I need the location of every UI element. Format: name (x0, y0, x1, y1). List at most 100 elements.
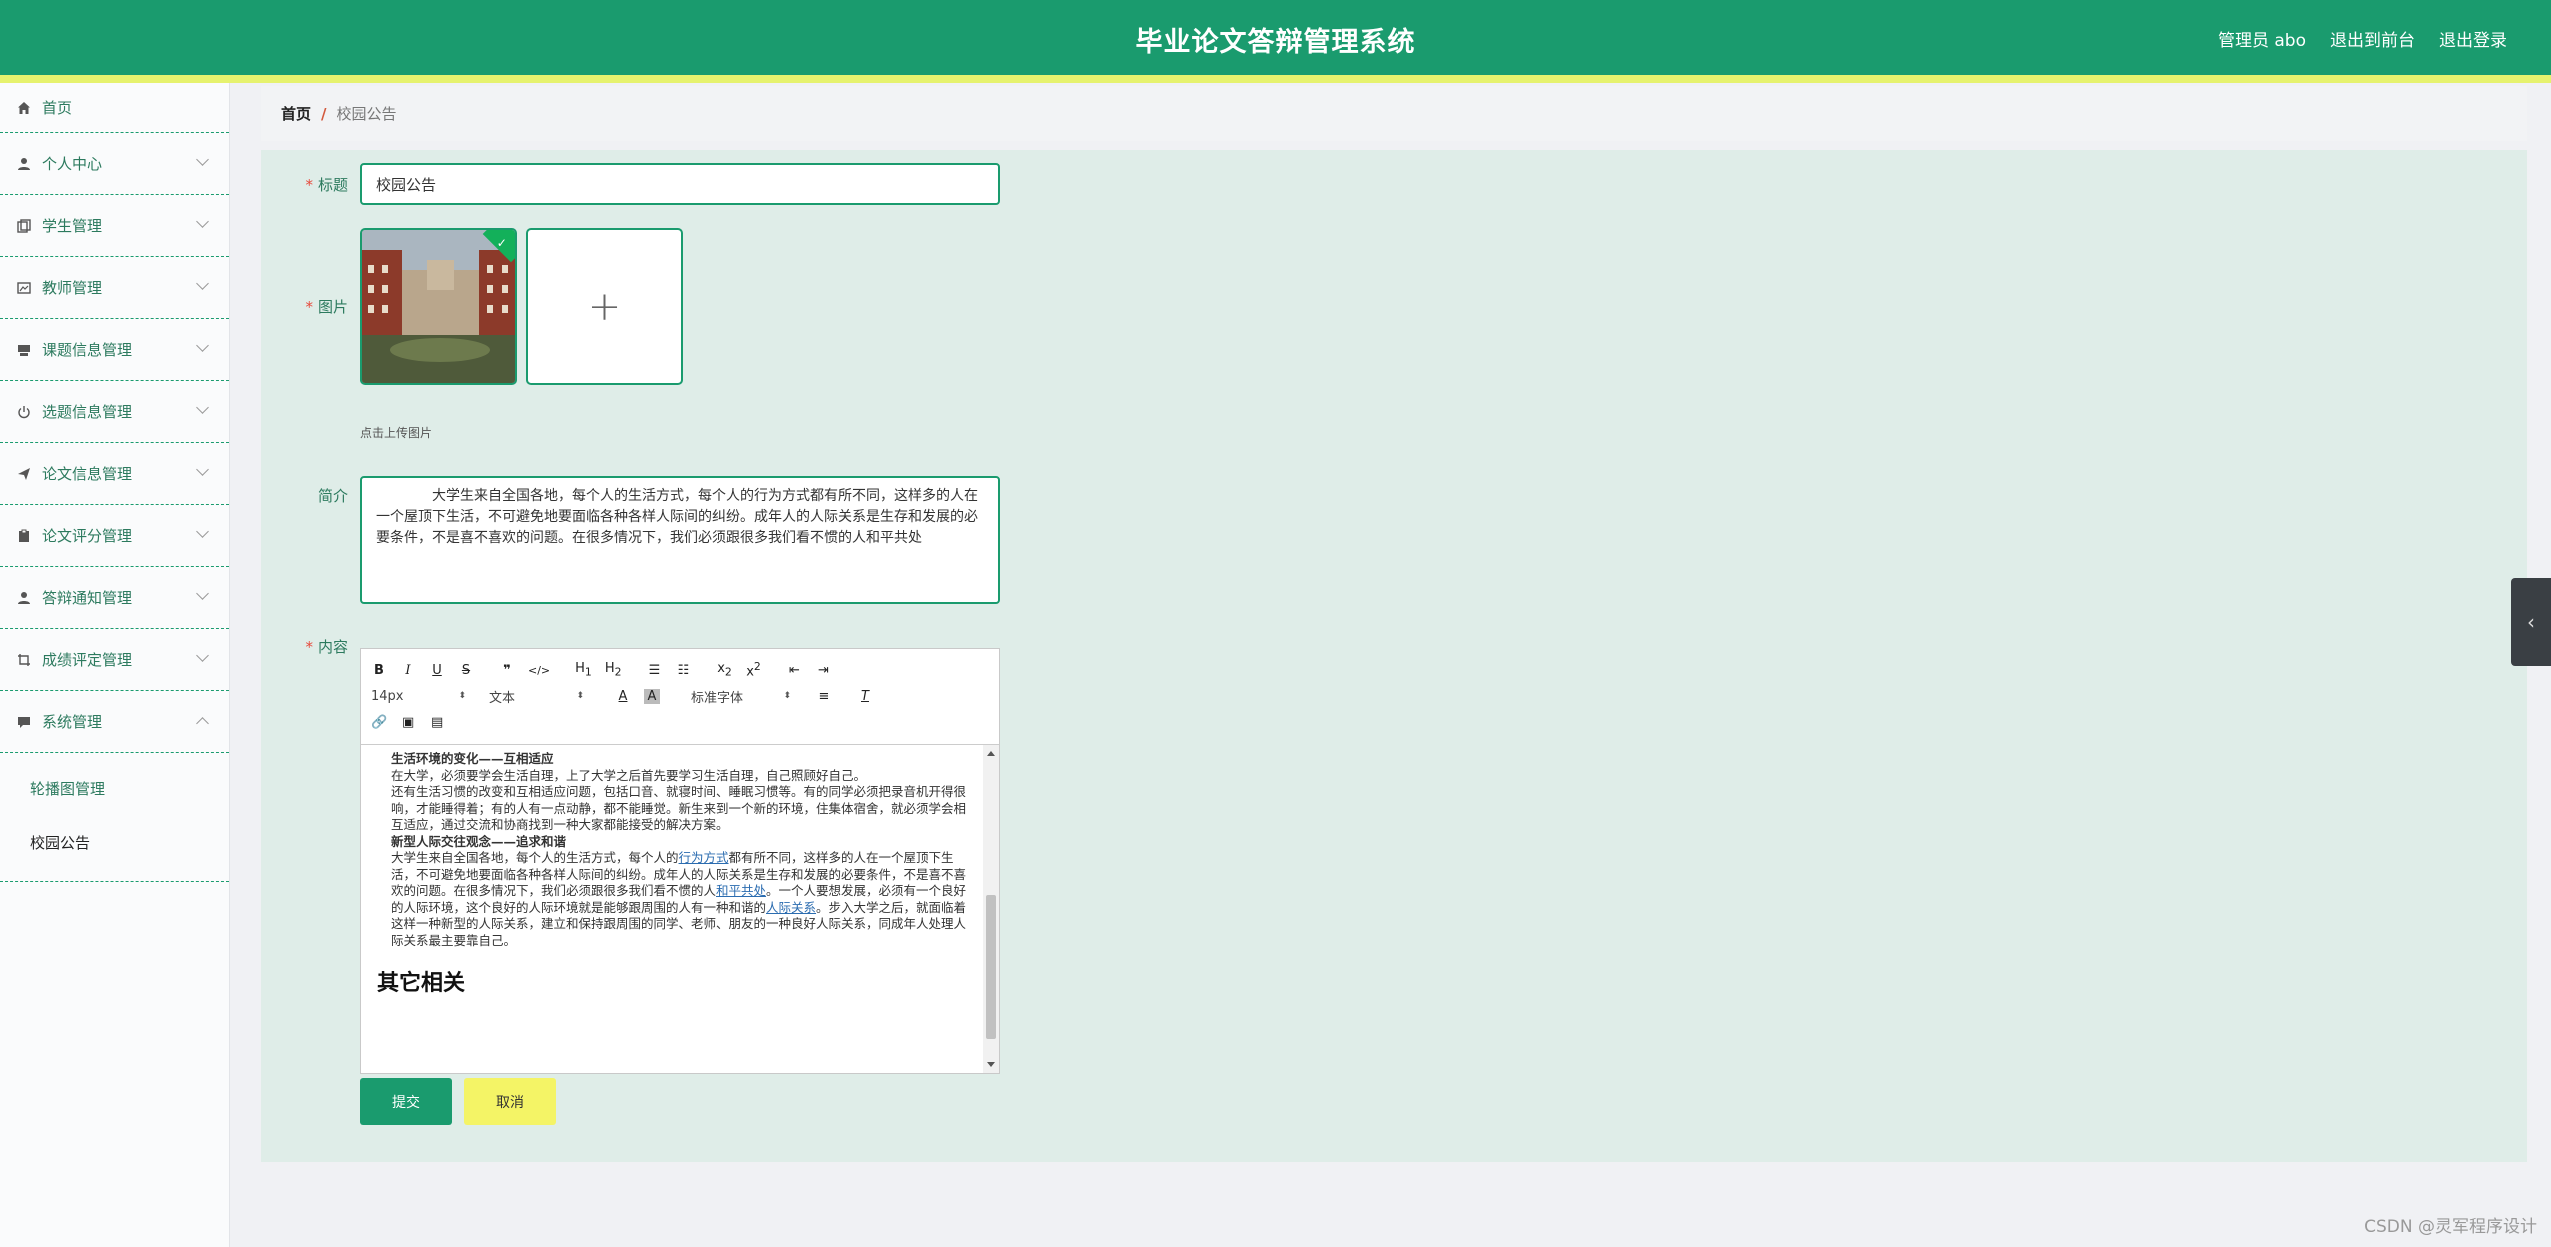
chevron-down-icon (196, 587, 209, 600)
align-button[interactable]: ≡ (816, 689, 832, 704)
updown-icon: ⬍ (576, 691, 584, 701)
content-paragraph: 在大学，必须要学会生活自理，上了大学之后首先要学习生活自理，自己照顾好自己。 (391, 767, 867, 783)
sidebar-item-label: 论文评分管理 (42, 527, 133, 545)
content-link[interactable]: 和平共处 (716, 883, 766, 898)
outdent-button[interactable]: ⇤ (786, 663, 802, 678)
submit-button[interactable]: 提交 (360, 1078, 452, 1125)
intro-label: 简介 (317, 487, 348, 505)
strike-button[interactable]: S (458, 663, 474, 678)
current-user[interactable]: 管理员 abo (2218, 26, 2306, 51)
required-mark: * (305, 298, 313, 316)
sidebar-item-label: 论文信息管理 (42, 465, 133, 483)
user-icon (16, 590, 32, 606)
sidebar-item-label: 成绩评定管理 (42, 651, 133, 669)
sidebar-item-selection-info[interactable]: 选题信息管理 (0, 381, 229, 443)
sidebar-item-thesis-info[interactable]: 论文信息管理 (0, 443, 229, 505)
sidebar-item-student-management[interactable]: 学生管理 (0, 195, 229, 257)
header1-button[interactable]: H1 (575, 661, 592, 679)
title-input[interactable]: 校园公告 (360, 163, 1000, 205)
subscript-button[interactable]: x2 (716, 661, 732, 679)
cancel-button[interactable]: 取消 (464, 1078, 556, 1125)
sidebar-item-teacher-management[interactable]: 教师管理 (0, 257, 229, 319)
required-mark: * (305, 638, 313, 656)
block-type-select[interactable]: 文本 ⬍ (489, 687, 584, 706)
font-size-select[interactable]: 14px ⬍ (371, 689, 466, 704)
chevron-down-icon (196, 649, 209, 662)
chevron-down-icon (196, 463, 209, 476)
breadcrumb-current: 校园公告 (336, 105, 397, 123)
ordered-list-button[interactable]: ☰ (646, 663, 662, 678)
sidebar-item-label: 课题信息管理 (42, 341, 133, 359)
font-color-button[interactable]: A (615, 689, 631, 704)
breadcrumb: 首页 / 校园公告 (261, 86, 2527, 141)
header2-button[interactable]: H2 (605, 661, 622, 679)
sidebar-item-label: 首页 (42, 99, 73, 117)
editor-content[interactable]: 生活环境的变化——互相适应 在大学，必须要学会生活自理，上了大学之后首先要学习生… (361, 745, 984, 1073)
sidebar-item-defense-notice[interactable]: 答辩通知管理 (0, 567, 229, 629)
content-link[interactable]: 人际关系 (766, 900, 816, 915)
image-label: * 图片 (305, 298, 348, 316)
content-heading: 生活环境的变化——互相适应 (391, 751, 554, 766)
editor-toolbar: B I U S ❞ </> H1 H2 ☰ ☷ x2 x2 ⇤ ⇥ 14px ⬍ … (361, 649, 999, 745)
sidebar-item-topic-info[interactable]: 课题信息管理 (0, 319, 229, 381)
blockquote-button[interactable]: ❞ (499, 663, 515, 678)
bullet-list-button[interactable]: ☷ (675, 663, 691, 678)
editor-scrollbar[interactable] (983, 745, 999, 1073)
home-icon (16, 100, 32, 116)
chevron-down-icon (196, 215, 209, 228)
sidebar-item-campus-notice[interactable]: 校园公告 (0, 815, 229, 869)
superscript-button[interactable]: x2 (745, 660, 761, 679)
back-to-front-link[interactable]: 退出到前台 (2330, 26, 2415, 51)
watermark: CSDN @灵军程序设计 (2364, 1217, 2537, 1237)
sidebar-item-home[interactable]: 首页 (0, 83, 229, 133)
sidebar-item-label: 学生管理 (42, 217, 103, 235)
upload-tip: 点击上传图片 (360, 426, 433, 440)
image-insert-icon[interactable]: ▣ (400, 715, 416, 730)
required-mark: * (305, 176, 313, 194)
breadcrumb-home[interactable]: 首页 (281, 103, 311, 124)
scroll-down-icon[interactable] (987, 1062, 995, 1067)
upload-image-button[interactable]: + (526, 228, 683, 385)
bold-button[interactable]: B (371, 663, 387, 678)
indent-button[interactable]: ⇥ (815, 663, 831, 678)
system-submenu: 轮播图管理 校园公告 (0, 753, 229, 882)
logout-link[interactable]: 退出登录 (2439, 26, 2507, 51)
title-label: * 标题 (305, 176, 348, 194)
power-icon (16, 404, 32, 420)
font-family-select[interactable]: 标准字体 ⬍ (691, 687, 791, 706)
uploaded-image-thumbnail[interactable]: ✓ (360, 228, 517, 385)
code-block-button[interactable]: </> (528, 664, 550, 677)
content-link[interactable]: 行为方式 (679, 850, 729, 865)
chevron-up-icon (196, 717, 209, 730)
sidebar-item-personal-center[interactable]: 个人中心 (0, 133, 229, 195)
scroll-thumb[interactable] (986, 895, 996, 1039)
underline-button[interactable]: U (429, 663, 445, 678)
folder-icon (16, 342, 32, 358)
side-panel-toggle[interactable]: ‹ (2511, 578, 2551, 666)
background-color-button[interactable]: A (644, 688, 660, 704)
header-stripe (0, 75, 2551, 83)
sidebar-item-carousel[interactable]: 轮播图管理 (0, 761, 229, 815)
sidebar-item-label: 答辩通知管理 (42, 589, 133, 607)
clipboard-icon (16, 528, 32, 544)
updown-icon: ⬍ (783, 691, 791, 701)
sidebar-item-grade-evaluation[interactable]: 成绩评定管理 (0, 629, 229, 691)
video-insert-icon[interactable]: ▤ (429, 715, 445, 730)
italic-button[interactable]: I (400, 663, 416, 678)
send-icon (16, 466, 32, 482)
sidebar-item-label: 系统管理 (42, 713, 103, 731)
chevron-left-icon: ‹ (2527, 610, 2535, 634)
content-heading: 其它相关 (377, 970, 466, 996)
clear-format-button[interactable]: T (857, 689, 873, 704)
top-links: 管理员 abo 退出到前台 退出登录 (2218, 26, 2507, 51)
sidebar-item-system-management[interactable]: 系统管理 (0, 691, 229, 753)
sidebar-item-label: 个人中心 (42, 155, 103, 173)
content-heading: 新型人际交往观念——追求和谐 (391, 833, 567, 849)
sidebar-item-thesis-scoring[interactable]: 论文评分管理 (0, 505, 229, 567)
link-icon[interactable]: 🔗 (371, 715, 387, 730)
scroll-up-icon[interactable] (987, 751, 995, 756)
campus-photo (362, 230, 515, 383)
user-icon (16, 156, 32, 172)
intro-textarea[interactable]: 大学生来自全国各地，每个人的生活方式，每个人的行为方式都有所不同，这样多的人在一… (360, 476, 1000, 604)
copy-icon (16, 218, 32, 234)
